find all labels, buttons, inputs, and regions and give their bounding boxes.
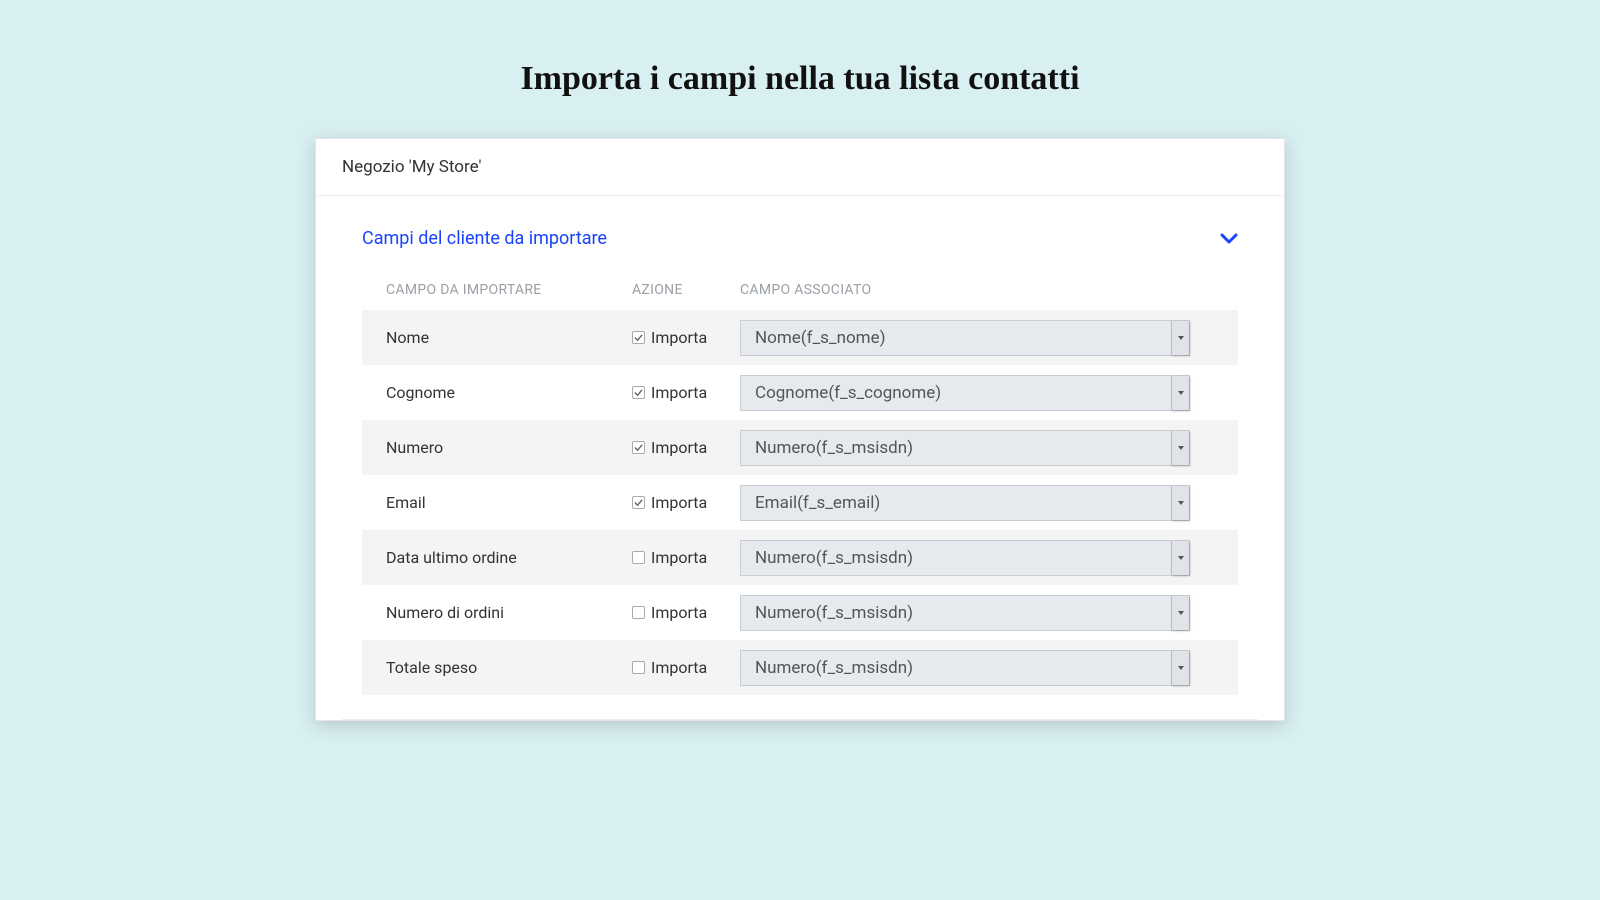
section-title: Campi del cliente da importare bbox=[362, 228, 607, 249]
dropdown-arrow-icon bbox=[1171, 541, 1189, 575]
associated-select[interactable]: Numero(f_s_msisdn) bbox=[740, 540, 1190, 576]
table-header: CAMPO DA IMPORTARE AZIONE CAMPO ASSOCIAT… bbox=[362, 274, 1238, 310]
action-label: Importa bbox=[651, 658, 707, 677]
import-checkbox[interactable] bbox=[632, 496, 645, 509]
store-label: Negozio 'My Store' bbox=[316, 139, 1284, 196]
import-card: Negozio 'My Store' Campi del cliente da … bbox=[315, 138, 1285, 721]
associated-select[interactable]: Nome(f_s_nome) bbox=[740, 320, 1190, 356]
field-name: Nome bbox=[386, 328, 632, 347]
field-name: Email bbox=[386, 493, 632, 512]
associated-cell: Numero(f_s_msisdn) bbox=[740, 430, 1228, 466]
section-toggle[interactable]: Campi del cliente da importare bbox=[362, 226, 1238, 274]
associated-cell: Numero(f_s_msisdn) bbox=[740, 650, 1228, 686]
action-cell: Importa bbox=[632, 548, 740, 567]
fields-section: Campi del cliente da importare CAMPO DA … bbox=[316, 196, 1284, 705]
table-row: Data ultimo ordine Importa Numero(f_s_msis… bbox=[362, 530, 1238, 585]
action-cell: Importa bbox=[632, 438, 740, 457]
action-cell: Importa bbox=[632, 658, 740, 677]
fields-table: CAMPO DA IMPORTARE AZIONE CAMPO ASSOCIAT… bbox=[362, 274, 1238, 695]
import-checkbox[interactable] bbox=[632, 551, 645, 564]
select-value: Numero(f_s_msisdn) bbox=[741, 431, 1171, 465]
table-row: Email Importa Email(f_s_email) bbox=[362, 475, 1238, 530]
import-checkbox[interactable] bbox=[632, 661, 645, 674]
action-label: Importa bbox=[651, 438, 707, 457]
th-field: CAMPO DA IMPORTARE bbox=[386, 282, 632, 298]
associated-select[interactable]: Numero(f_s_msisdn) bbox=[740, 595, 1190, 631]
action-label: Importa bbox=[651, 493, 707, 512]
dropdown-arrow-icon bbox=[1171, 376, 1189, 410]
select-value: Numero(f_s_msisdn) bbox=[741, 596, 1171, 630]
associated-select[interactable]: Email(f_s_email) bbox=[740, 485, 1190, 521]
select-value: Nome(f_s_nome) bbox=[741, 321, 1171, 355]
dropdown-arrow-icon bbox=[1171, 596, 1189, 630]
associated-cell: Numero(f_s_msisdn) bbox=[740, 595, 1228, 631]
dropdown-arrow-icon bbox=[1171, 651, 1189, 685]
action-label: Importa bbox=[651, 328, 707, 347]
page-title: Importa i campi nella tua lista contatti bbox=[0, 0, 1600, 138]
action-cell: Importa bbox=[632, 328, 740, 347]
associated-select[interactable]: Numero(f_s_msisdn) bbox=[740, 650, 1190, 686]
dropdown-arrow-icon bbox=[1171, 431, 1189, 465]
action-cell: Importa bbox=[632, 603, 740, 622]
import-checkbox[interactable] bbox=[632, 441, 645, 454]
th-associated: CAMPO ASSOCIATO bbox=[740, 282, 1228, 298]
table-row: Numero di ordini Importa Numero(f_s_msisdn… bbox=[362, 585, 1238, 640]
associated-cell: Nome(f_s_nome) bbox=[740, 320, 1228, 356]
field-name: Numero di ordini bbox=[386, 603, 632, 622]
table-body: NomeImportaNome(f_s_nome)CognomeImportaC… bbox=[362, 310, 1238, 695]
action-label: Importa bbox=[651, 603, 707, 622]
associated-select[interactable]: Numero(f_s_msisdn) bbox=[740, 430, 1190, 466]
associated-cell: Numero(f_s_msisdn) bbox=[740, 540, 1228, 576]
field-name: Data ultimo ordine bbox=[386, 548, 632, 567]
card-divider bbox=[342, 719, 1258, 720]
field-name: Cognome bbox=[386, 383, 632, 402]
import-checkbox[interactable] bbox=[632, 606, 645, 619]
th-action: AZIONE bbox=[632, 282, 740, 298]
action-label: Importa bbox=[651, 548, 707, 567]
field-name: Totale speso bbox=[386, 658, 632, 677]
import-checkbox[interactable] bbox=[632, 386, 645, 399]
action-cell: Importa bbox=[632, 493, 740, 512]
table-row: Totale speso Importa Numero(f_s_msisdn) bbox=[362, 640, 1238, 695]
import-checkbox[interactable] bbox=[632, 331, 645, 344]
select-value: Email(f_s_email) bbox=[741, 486, 1171, 520]
table-row: Nome Importa Nome(f_s_nome) bbox=[362, 310, 1238, 365]
associated-cell: Email(f_s_email) bbox=[740, 485, 1228, 521]
select-value: Numero(f_s_msisdn) bbox=[741, 541, 1171, 575]
select-value: Numero(f_s_msisdn) bbox=[741, 651, 1171, 685]
associated-select[interactable]: Cognome(f_s_cognome) bbox=[740, 375, 1190, 411]
dropdown-arrow-icon bbox=[1171, 321, 1189, 355]
dropdown-arrow-icon bbox=[1171, 486, 1189, 520]
chevron-down-icon bbox=[1220, 226, 1238, 250]
field-name: Numero bbox=[386, 438, 632, 457]
action-label: Importa bbox=[651, 383, 707, 402]
action-cell: Importa bbox=[632, 383, 740, 402]
table-row: Numero Importa Numero(f_s_msisdn) bbox=[362, 420, 1238, 475]
table-row: Cognome Importa Cognome(f_s_cognome) bbox=[362, 365, 1238, 420]
associated-cell: Cognome(f_s_cognome) bbox=[740, 375, 1228, 411]
select-value: Cognome(f_s_cognome) bbox=[741, 376, 1171, 410]
